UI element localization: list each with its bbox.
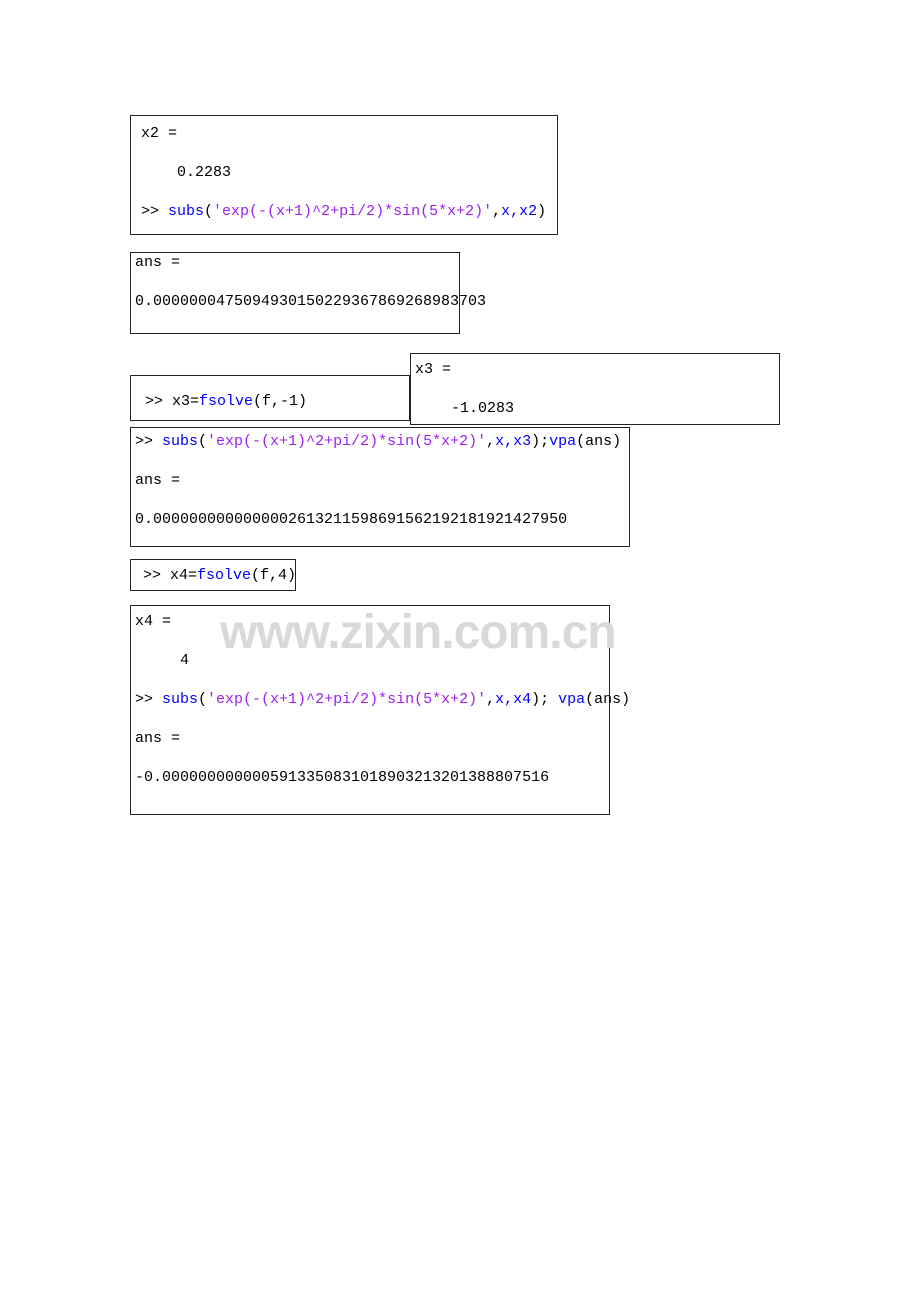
content-area: x2 = 0.2283 >> subs('exp(-(x+1)^2+pi/2)*… — [130, 115, 830, 855]
var-label: x4 = — [135, 612, 603, 632]
args: (f,4) — [251, 567, 296, 584]
ans-value: -0.0000000000005913350831018903213201388… — [135, 768, 603, 788]
var-value: -1.0283 — [415, 399, 773, 419]
ans-value: 0.00000000000000026132115986915621921819… — [135, 510, 623, 530]
command-line: >> x3=fsolve(f,-1) — [145, 392, 403, 412]
fn-subs: subs — [162, 691, 198, 708]
blank — [135, 491, 623, 511]
prompt: >> — [143, 567, 170, 584]
fn-fsolve: fsolve — [197, 567, 251, 584]
command-line: >> subs('exp(-(x+1)^2+pi/2)*sin(5*x+2)',… — [135, 690, 603, 710]
args2: (ans) — [576, 433, 621, 450]
assign: x3= — [172, 393, 199, 410]
output-block-ans1: ans = 0.00000004750949301502293678692689… — [130, 252, 460, 334]
prompt: >> — [141, 203, 168, 220]
blank — [135, 749, 603, 769]
prompt: >> — [135, 691, 162, 708]
args: (f,-1) — [253, 393, 307, 410]
args: x,x2 — [501, 203, 537, 220]
paren: ( — [198, 433, 207, 450]
paren: ( — [198, 691, 207, 708]
var-value: 4 — [135, 651, 603, 671]
fn-subs: subs — [162, 433, 198, 450]
fn-vpa: vpa — [549, 433, 576, 450]
blank — [141, 183, 551, 203]
semi: ); — [531, 691, 558, 708]
command-block-x3: >> x3=fsolve(f,-1) — [130, 375, 410, 421]
var-value: 0.2283 — [141, 163, 551, 183]
args: x,x4 — [495, 691, 531, 708]
string-arg: 'exp(-(x+1)^2+pi/2)*sin(5*x+2)' — [213, 203, 492, 220]
output-block-x2: x2 = 0.2283 >> subs('exp(-(x+1)^2+pi/2)*… — [130, 115, 558, 235]
var-label: x3 = — [415, 360, 773, 380]
blank — [415, 380, 773, 400]
command-line: >> subs('exp(-(x+1)^2+pi/2)*sin(5*x+2)',… — [141, 202, 551, 222]
assign: x4= — [170, 567, 197, 584]
comma: , — [486, 433, 495, 450]
ans-label: ans = — [135, 253, 453, 273]
fn-vpa: vpa — [558, 691, 585, 708]
command-line: >> x4=fsolve(f,4) — [143, 566, 289, 586]
page-container: x2 = 0.2283 >> subs('exp(-(x+1)^2+pi/2)*… — [0, 0, 920, 855]
prompt: >> — [135, 433, 162, 450]
ans-label: ans = — [135, 471, 623, 491]
output-block-x4: x4 = 4 >> subs('exp(-(x+1)^2+pi/2)*sin(5… — [130, 605, 610, 815]
comma: , — [486, 691, 495, 708]
command-block-x4: >> x4=fsolve(f,4) — [130, 559, 296, 591]
ans-value: 0.0000000475094930150229367869268983703 — [135, 292, 453, 312]
paren: ( — [204, 203, 213, 220]
output-block-x3: x3 = -1.0283 — [410, 353, 780, 425]
comma: , — [492, 203, 501, 220]
blank — [135, 452, 623, 472]
fn-subs: subs — [168, 203, 204, 220]
blank — [135, 710, 603, 730]
ans-label: ans = — [135, 729, 603, 749]
blank — [135, 273, 453, 293]
output-block-subs-x3: >> subs('exp(-(x+1)^2+pi/2)*sin(5*x+2)',… — [130, 427, 630, 547]
paren-close: ) — [537, 203, 546, 220]
string-arg: 'exp(-(x+1)^2+pi/2)*sin(5*x+2)' — [207, 691, 486, 708]
args: x,x3 — [495, 433, 531, 450]
fn-fsolve: fsolve — [199, 393, 253, 410]
command-line: >> subs('exp(-(x+1)^2+pi/2)*sin(5*x+2)',… — [135, 432, 623, 452]
var-label: x2 = — [141, 124, 551, 144]
string-arg: 'exp(-(x+1)^2+pi/2)*sin(5*x+2)' — [207, 433, 486, 450]
prompt: >> — [145, 393, 172, 410]
blank — [135, 671, 603, 691]
semi: ); — [531, 433, 549, 450]
args2: (ans) — [585, 691, 630, 708]
blank — [141, 144, 551, 164]
blank — [135, 632, 603, 652]
